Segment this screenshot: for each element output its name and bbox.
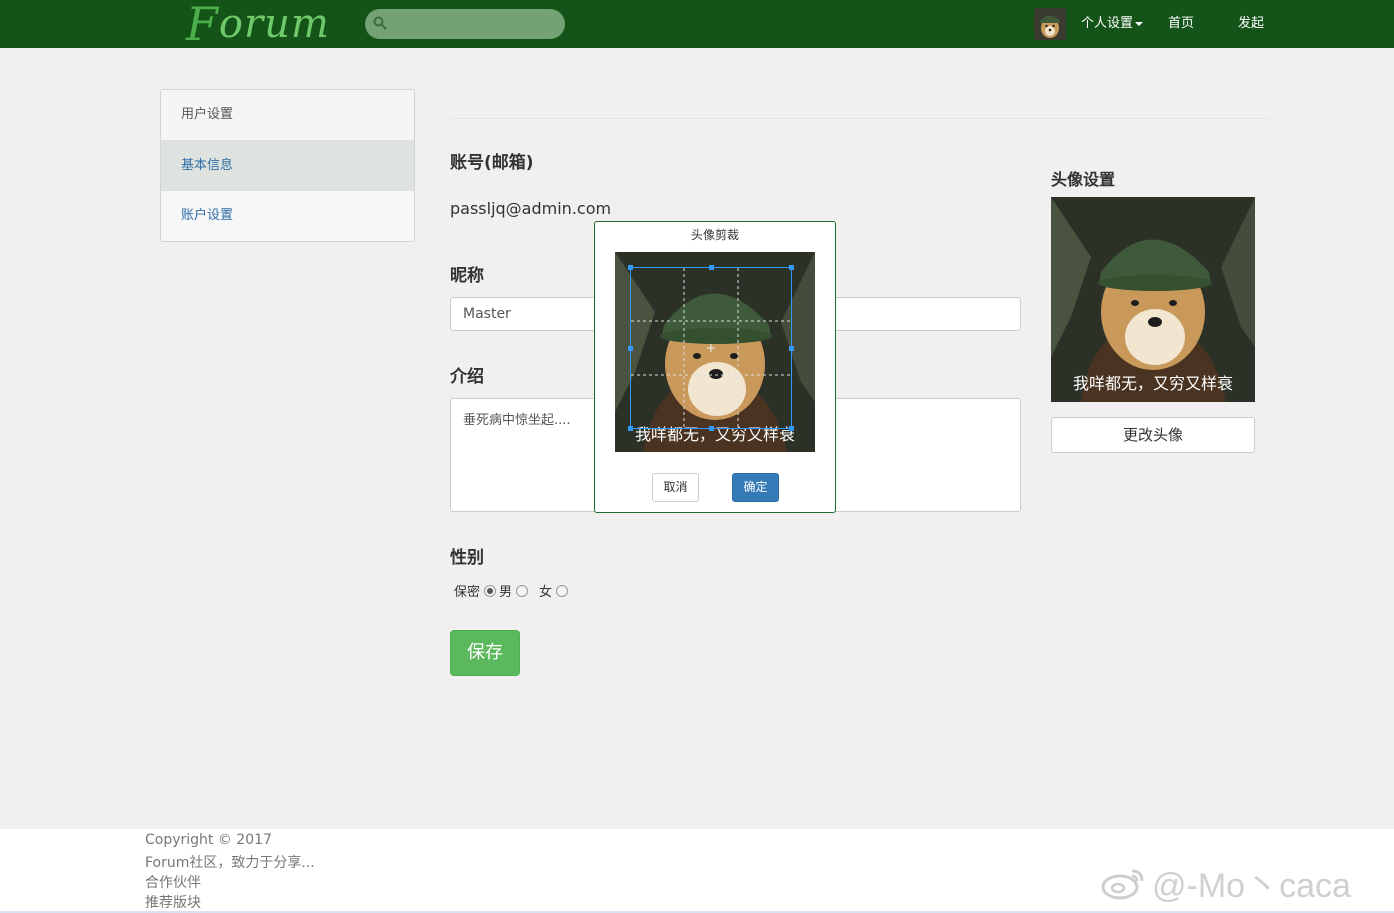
gender-option-secret-label: 保密 [454,585,481,600]
logo-text: orum [218,1,330,47]
footer-slogan: Forum社区，致力于分享... [145,855,315,871]
crop-handle-n[interactable] [709,265,714,270]
footer-link-recommended[interactable]: 推荐版块 [145,892,201,912]
crop-handle-s[interactable] [709,426,714,431]
crop-handle-w[interactable] [628,346,633,351]
crop-selection-box[interactable] [628,265,794,431]
avatar-caption: 我咩都无，又穷又样衰 [1073,374,1233,393]
divider [450,118,1270,119]
crop-handle-se[interactable] [789,426,794,431]
sidebar-item-account-settings[interactable]: 账户设置 [161,191,414,241]
gender-radio-group: 保密 男 女 [454,581,571,600]
change-avatar-button[interactable]: 更改头像 [1051,417,1255,453]
logo-letter-f: F [186,0,219,51]
nav-personal-settings-label: 个人设置 [1081,16,1134,31]
gender-option-female-label: 女 [539,585,553,600]
gender-radio-secret[interactable] [484,584,497,597]
sidebar-item-basic-info[interactable]: 基本信息 [161,140,414,191]
crop-cancel-button[interactable]: 取消 [652,473,699,502]
site-logo[interactable]: Forum [186,0,330,51]
crop-area[interactable]: 我咩都无，又穷又样衰 [615,252,815,452]
avatar-preview-image: 我咩都无，又穷又样衰 [1051,197,1255,402]
nav-post[interactable]: 发起 [1238,0,1264,48]
avatar-crop-modal: 头像剪裁 我咩都无，又穷又样衰 取消 确定 [594,221,836,513]
modal-title: 头像剪裁 [690,228,739,242]
caret-down-icon [1135,21,1144,26]
sidebar-header-user-settings: 用户设置 [161,90,414,141]
crop-grid [631,268,791,428]
crop-handle-sw[interactable] [628,426,633,431]
gender-radio-female[interactable] [556,584,569,597]
weibo-watermark: @-Mo丶caca [1100,858,1351,907]
crop-confirm-button[interactable]: 确定 [732,473,779,502]
gender-radio-male[interactable] [516,584,529,597]
nav-personal-settings[interactable]: 个人设置 [1081,0,1144,48]
search-icon [373,16,387,30]
gender-label: 性别 [450,548,484,568]
crop-handle-ne[interactable] [789,265,794,270]
crop-handle-e[interactable] [789,346,794,351]
footer-copyright: Copyright © 2017 [145,832,272,848]
nickname-label: 昵称 [450,266,484,286]
save-button[interactable]: 保存 [450,630,520,676]
search-input[interactable] [365,9,565,39]
account-email-value: passljq@admin.com [450,199,612,218]
weibo-icon [1101,869,1144,899]
top-navbar: Forum 个人设置 首页 发起 [0,0,1394,51]
nav-home[interactable]: 首页 [1168,0,1194,48]
avatar-settings-title: 头像设置 [1051,170,1116,189]
intro-label: 介绍 [450,367,484,387]
footer-link-partners[interactable]: 合作伙伴 [145,872,201,892]
account-label: 账号(邮箱) [450,153,534,173]
watermark-text: @-Mo丶caca [1152,867,1351,905]
gender-option-male-label: 男 [499,585,513,600]
settings-sidebar: 用户设置 基本信息 账户设置 [160,89,415,242]
crop-handle-nw[interactable] [628,265,633,270]
nav-user-avatar[interactable] [1034,8,1066,40]
